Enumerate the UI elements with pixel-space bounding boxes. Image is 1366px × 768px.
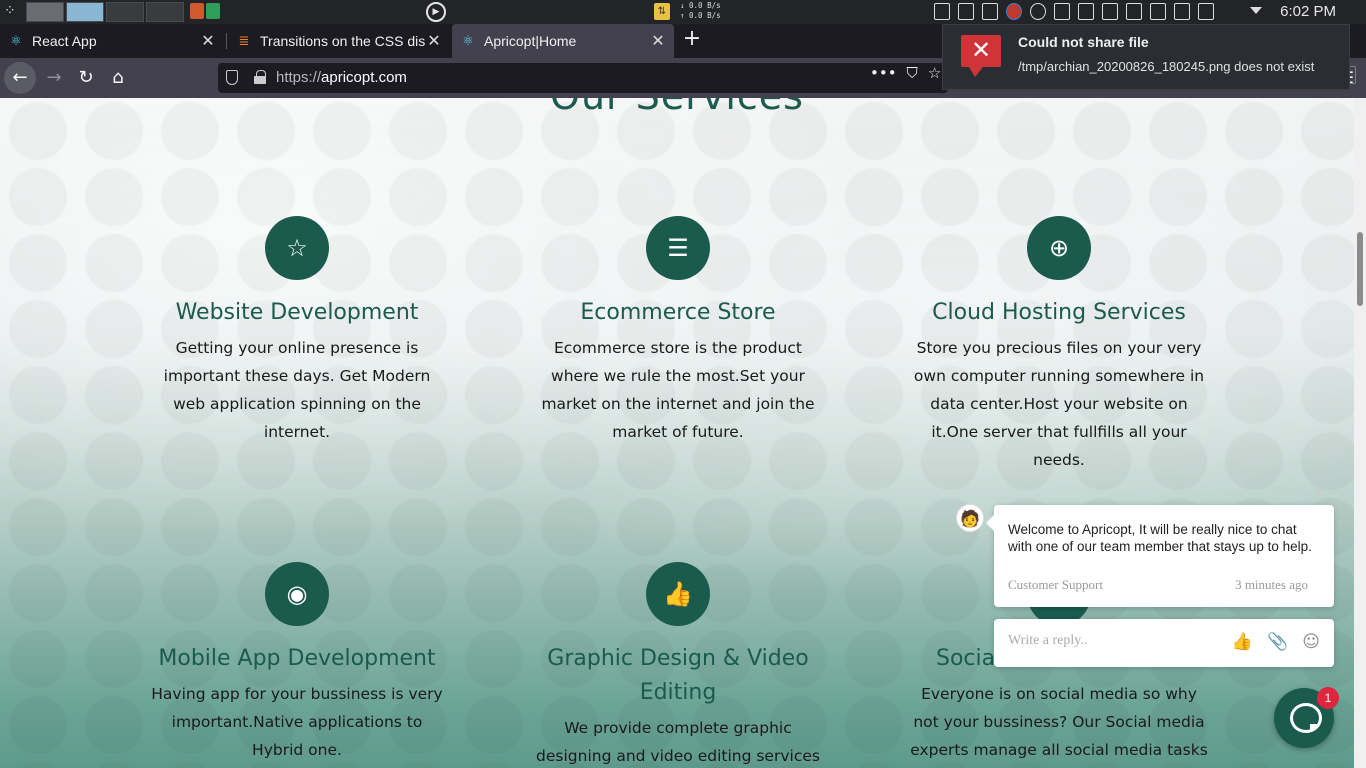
service-title: Ecommerce Store: [580, 300, 776, 325]
battery-status-icon[interactable]: [1078, 3, 1094, 20]
audio-icon[interactable]: [1198, 3, 1214, 20]
service-description: Everyone is on social media so why not y…: [910, 685, 1208, 759]
workspace-3[interactable]: [106, 2, 144, 22]
document-icon: ☰: [646, 216, 710, 280]
close-icon[interactable]: ✕: [426, 31, 442, 51]
battery-icon[interactable]: [958, 3, 974, 20]
chat-meta: Customer Support 3 minutes ago: [1008, 577, 1308, 593]
tab-title: React App: [32, 33, 97, 49]
page-scrollbar[interactable]: [1354, 98, 1366, 768]
globe-icon: ⊕: [1027, 216, 1091, 280]
service-description: Getting your online presence is importan…: [163, 339, 431, 441]
back-button[interactable]: ←: [4, 62, 36, 94]
chrome-icon[interactable]: [1006, 3, 1022, 20]
user-icon[interactable]: [1030, 3, 1046, 20]
reload-button[interactable]: ↻: [70, 62, 102, 94]
emoji-icon[interactable]: ☺: [1302, 632, 1320, 652]
chat-sender: Customer Support: [1008, 577, 1103, 592]
usb-icon[interactable]: [1150, 3, 1166, 20]
chat-message: Welcome to Apricopt, It will be really n…: [1008, 522, 1312, 554]
url-bar[interactable]: https://apricopt.com: [218, 63, 948, 93]
firefox-taskbar-icon[interactable]: [190, 3, 204, 19]
forward-button[interactable]: →: [38, 62, 70, 94]
service-description: Store you precious files on your very ow…: [913, 339, 1205, 469]
updates-icon[interactable]: [1126, 3, 1142, 20]
thumbs-up-icon[interactable]: 👍: [1232, 632, 1253, 652]
bookmark-star-icon[interactable]: ☆: [928, 64, 941, 82]
chat-message-card[interactable]: Welcome to Apricopt, It will be really n…: [986, 505, 1334, 607]
lock-icon[interactable]: [254, 70, 266, 84]
service-title: Cloud Hosting Services: [932, 300, 1186, 325]
tab-apricopt-home[interactable]: ⚛ Apricopt|Home ✕: [452, 24, 674, 58]
system-tray: [934, 3, 1214, 20]
service-description: Ecommerce store is the product where we …: [541, 339, 815, 441]
notification-title: Could not share file: [1018, 34, 1149, 50]
reply-actions: 👍 📎 ☺: [1232, 632, 1320, 652]
tab-title: Apricopt|Home: [484, 33, 577, 49]
unread-badge: 1: [1317, 687, 1339, 709]
notification-body: /tmp/archian_20200826_180245.png does no…: [1018, 59, 1315, 74]
workspace-2[interactable]: [66, 2, 104, 22]
stackoverflow-icon: ≣: [238, 33, 250, 48]
head-icon: ◉: [265, 562, 329, 626]
network-transfer-icon: ⇅: [654, 3, 670, 20]
error-icon: ✕: [961, 35, 1001, 77]
chat-reply-box[interactable]: 👍 📎 ☺: [994, 619, 1334, 667]
service-mobile-app-development: ◉ Mobile App Development Having app for …: [127, 562, 467, 764]
home-button[interactable]: ⌂: [102, 62, 134, 94]
support-avatar: 🧑: [956, 504, 984, 532]
service-title: Website Development: [175, 300, 419, 325]
tray-expand-icon[interactable]: [1250, 7, 1262, 14]
clipboard-icon[interactable]: [934, 3, 950, 20]
close-icon[interactable]: ✕: [200, 31, 216, 51]
device-icon[interactable]: [982, 3, 998, 20]
tab-react-app[interactable]: ⚛ React App ✕: [0, 24, 224, 58]
section-heading: Our Services: [0, 98, 1354, 118]
react-icon: ⚛: [462, 33, 474, 48]
chat-time: 3 minutes ago: [1235, 577, 1308, 592]
scrollbar-thumb[interactable]: [1357, 232, 1363, 306]
chat-close-icon[interactable]: ✕: [1314, 484, 1326, 500]
printer-icon[interactable]: [1102, 3, 1118, 20]
app-taskbar-icon[interactable]: [206, 3, 220, 19]
close-icon[interactable]: ✕: [650, 31, 666, 51]
volume-icon[interactable]: [1054, 3, 1070, 20]
chat-reply-input[interactable]: [1008, 633, 1218, 649]
thumbs-up-icon: 👍: [646, 562, 710, 626]
url-actions: ••• ⛉ ☆: [870, 64, 941, 82]
service-cloud-hosting: ⊕ Cloud Hosting Services Store you preci…: [889, 216, 1229, 474]
service-description: We provide complete graphic designing an…: [536, 719, 820, 765]
workspace-4[interactable]: [146, 2, 184, 22]
more-actions-icon[interactable]: •••: [870, 64, 897, 82]
shield-icon[interactable]: [226, 70, 238, 85]
paperclip-icon[interactable]: 📎: [1267, 632, 1288, 652]
workspace-1[interactable]: [26, 2, 64, 22]
tab-title: Transitions on the CSS disp: [260, 33, 426, 49]
pocket-icon[interactable]: ⛉: [907, 64, 918, 82]
media-player-icon[interactable]: ▶: [426, 2, 446, 22]
page-viewport: Our Services ☆ Website Development Getti…: [0, 98, 1354, 768]
service-ecommerce-store: ☰ Ecommerce Store Ecommerce store is the…: [508, 216, 848, 446]
service-website-development: ☆ Website Development Getting your onlin…: [127, 216, 467, 446]
network-speed: ↓ 0.0 B/s ↑ 0.0 B/s: [680, 1, 721, 20]
display-icon[interactable]: [1174, 3, 1190, 20]
service-graphic-design: 👍 Graphic Design & Video Editing We prov…: [508, 562, 848, 768]
os-top-panel: ⁘ ▶ ⇅ ↓ 0.0 B/s ↑ 0.0 B/s 6:02 PM: [0, 0, 1366, 24]
service-title: Mobile App Development: [158, 646, 436, 671]
url-text[interactable]: https://apricopt.com: [276, 69, 407, 86]
react-icon: ⚛: [10, 33, 22, 48]
new-tab-button[interactable]: +: [680, 28, 704, 52]
service-description: Having app for your bussiness is very im…: [151, 685, 443, 759]
app-launcher-icon[interactable]: ⁘: [4, 3, 20, 19]
service-title: Graphic Design & Video Editing: [547, 646, 809, 705]
notification-popup[interactable]: ✕ Could not share file /tmp/archian_2020…: [942, 24, 1350, 90]
star-list-icon: ☆: [265, 216, 329, 280]
tab-transitions[interactable]: ≣ Transitions on the CSS disp ✕: [228, 24, 450, 58]
clock[interactable]: 6:02 PM: [1280, 3, 1336, 20]
